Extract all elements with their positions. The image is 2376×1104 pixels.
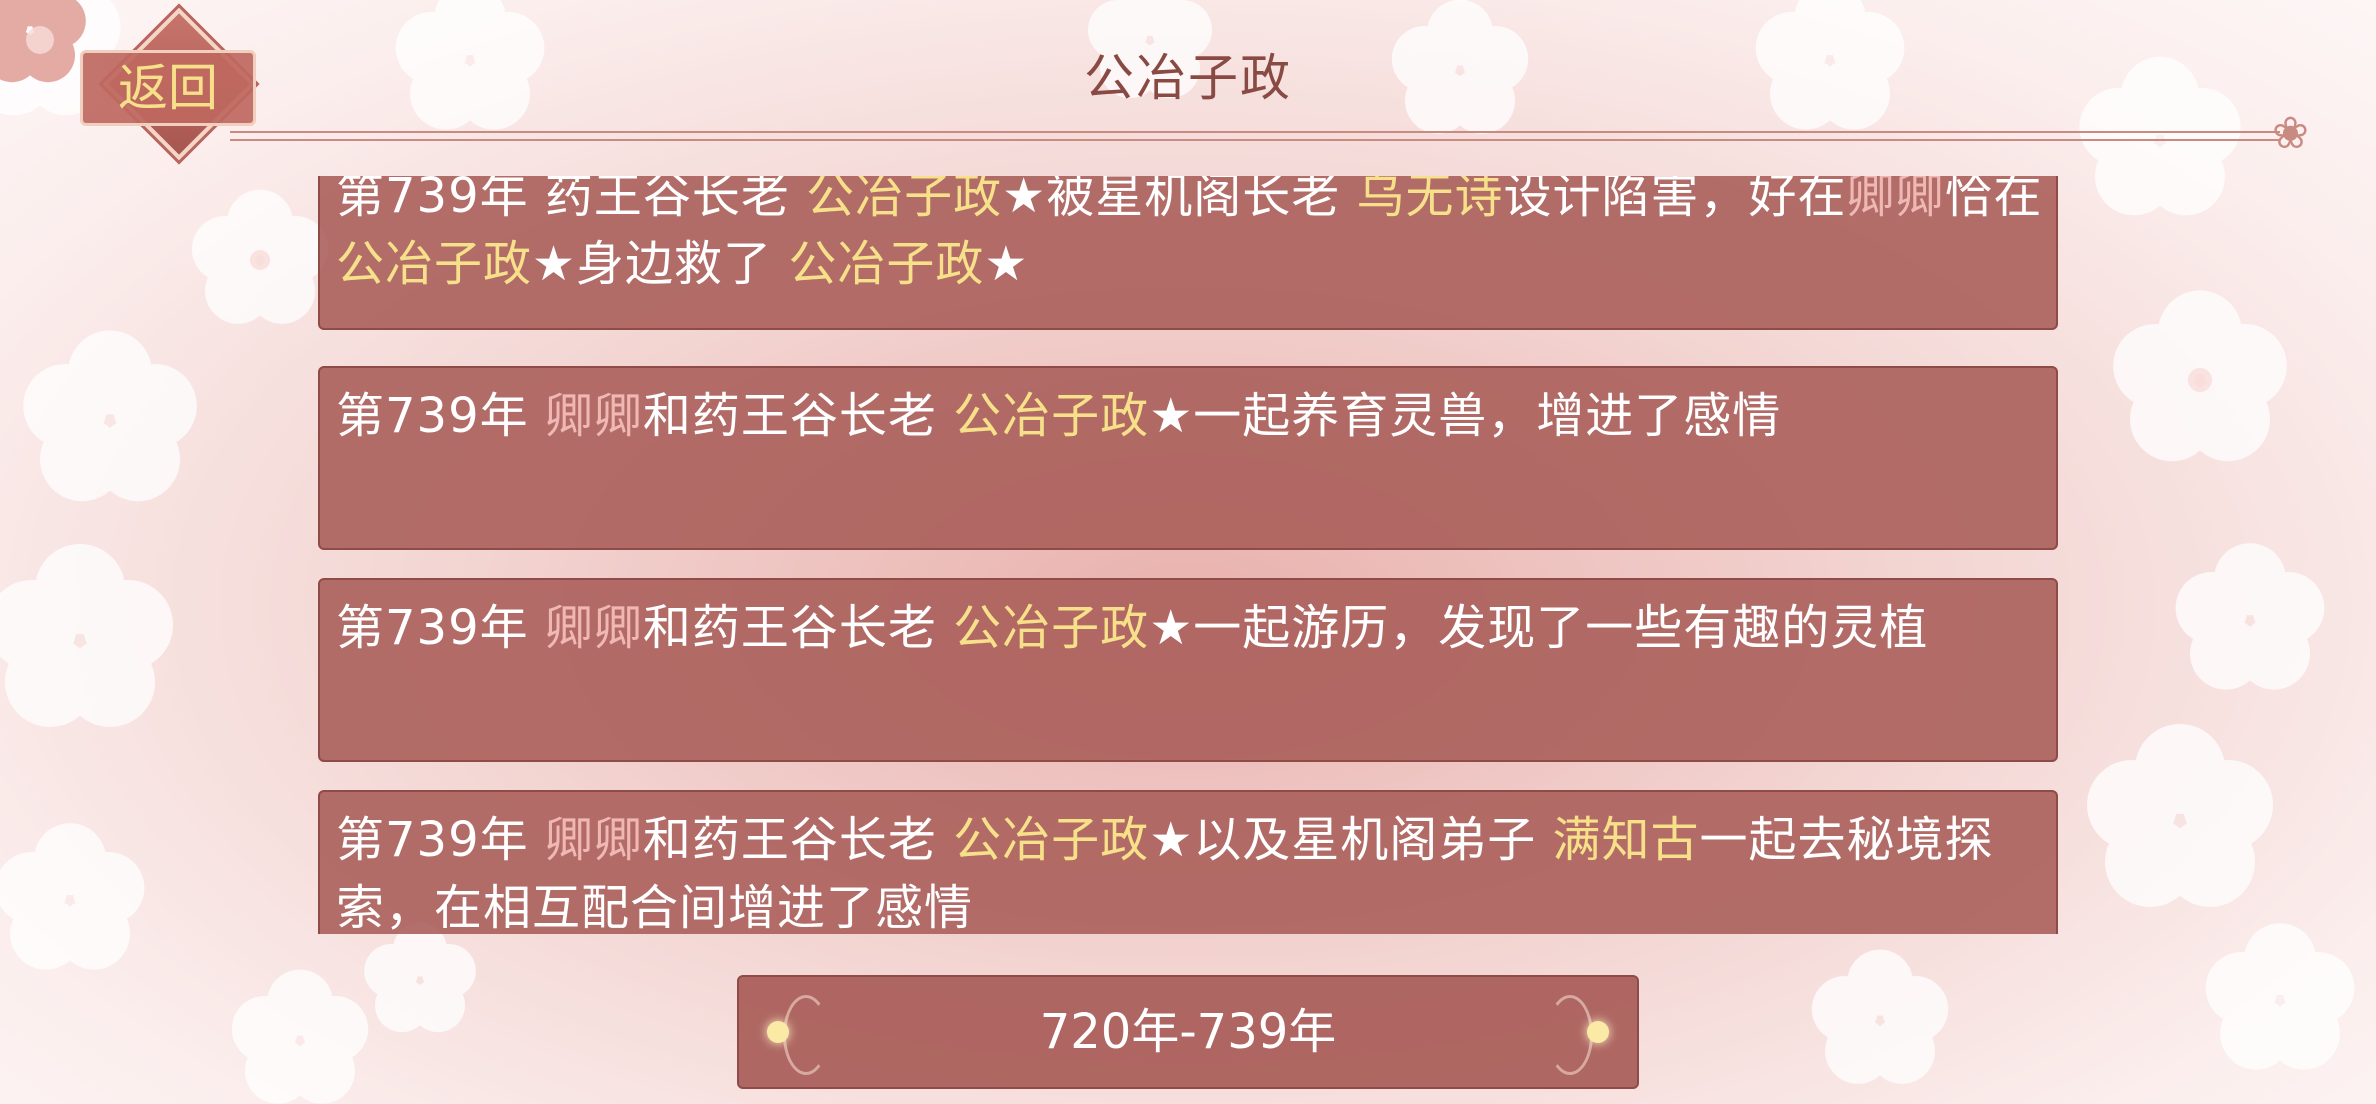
event-text-segment: ★一起养育灵兽，增进了感情 [1149, 388, 1782, 444]
cloud-ornament-icon: ❀ [2272, 108, 2309, 159]
highlight-name: 乌无诗 [1356, 176, 1504, 224]
highlight-player-name: 卿卿 [544, 600, 643, 656]
event-entry: 第739年 卿卿和药王谷长老 公冶子政★以及星机阁弟子 满知古一起去秘境探索，在… [318, 790, 2058, 934]
event-list[interactable]: 第739年 药王谷长老 公冶子政★被星机阁长老 乌无诗设计陷害，好在卿卿恰在 公… [318, 176, 2060, 934]
event-text-segment: 第739年 [336, 812, 545, 868]
event-text-segment: 第739年 [336, 388, 545, 444]
highlight-player-name: 卿卿 [544, 388, 643, 444]
highlight-name: 满知古 [1552, 812, 1700, 868]
event-text-segment: 和药王谷长老 [642, 600, 954, 656]
event-text-segment: ★身边救了 [532, 236, 789, 292]
event-text: 第739年 药王谷长老 公冶子政★被星机阁长老 乌无诗设计陷害，好在卿卿恰在 公… [336, 176, 2044, 298]
highlight-name: 公冶子政 [953, 812, 1150, 868]
header-divider [230, 131, 2280, 141]
page-title: 公冶子政 [1084, 49, 1292, 107]
highlight-name: 公冶子政 [953, 600, 1150, 656]
year-range-label: 720年-739年 [1039, 1004, 1337, 1060]
event-text-segment: ★被星机阁长老 [1002, 176, 1357, 224]
highlight-name: 公冶子政 [788, 236, 985, 292]
event-text-segment: 和药王谷长老 [642, 812, 954, 868]
event-text-segment: ★一起游历，发现了一些有趣的灵植 [1149, 600, 1929, 656]
year-range-pager: 720年-739年 [737, 975, 1639, 1089]
event-text: 第739年 卿卿和药王谷长老 公冶子政★一起游历，发现了一些有趣的灵植 [336, 594, 2044, 662]
event-text-segment: 第739年 [336, 600, 545, 656]
highlight-name: 公冶子政 [806, 176, 1003, 224]
event-text: 第739年 卿卿和药王谷长老 公冶子政★以及星机阁弟子 满知古一起去秘境探索，在… [336, 806, 2044, 934]
bead-icon [1587, 1021, 1609, 1043]
event-entry: 第739年 卿卿和药王谷长老 公冶子政★一起游历，发现了一些有趣的灵植 [318, 578, 2058, 762]
event-text-segment: 第739年 药王谷长老 [336, 176, 807, 224]
highlight-player-name: 卿卿 [1846, 176, 1945, 224]
highlight-name: 公冶子政 [336, 236, 533, 292]
event-text: 第739年 卿卿和药王谷长老 公冶子政★一起养育灵兽，增进了感情 [336, 382, 2044, 450]
event-entry: 第739年 卿卿和药王谷长老 公冶子政★一起养育灵兽，增进了感情 [318, 366, 2058, 550]
highlight-name: 公冶子政 [953, 388, 1150, 444]
event-text-segment: ★ [984, 236, 1029, 292]
scroll-right-icon [1547, 995, 1593, 1075]
event-entry: 第739年 药王谷长老 公冶子政★被星机阁长老 乌无诗设计陷害，好在卿卿恰在 公… [318, 176, 2058, 330]
next-range-button[interactable] [1547, 977, 1637, 1087]
event-text-segment: ★以及星机阁弟子 [1149, 812, 1553, 868]
event-text-segment: 设计陷害，好在 [1503, 176, 1847, 224]
highlight-player-name: 卿卿 [544, 812, 643, 868]
event-text-segment: 恰在 [1944, 176, 2043, 224]
event-text-segment: 和药王谷长老 [642, 388, 954, 444]
